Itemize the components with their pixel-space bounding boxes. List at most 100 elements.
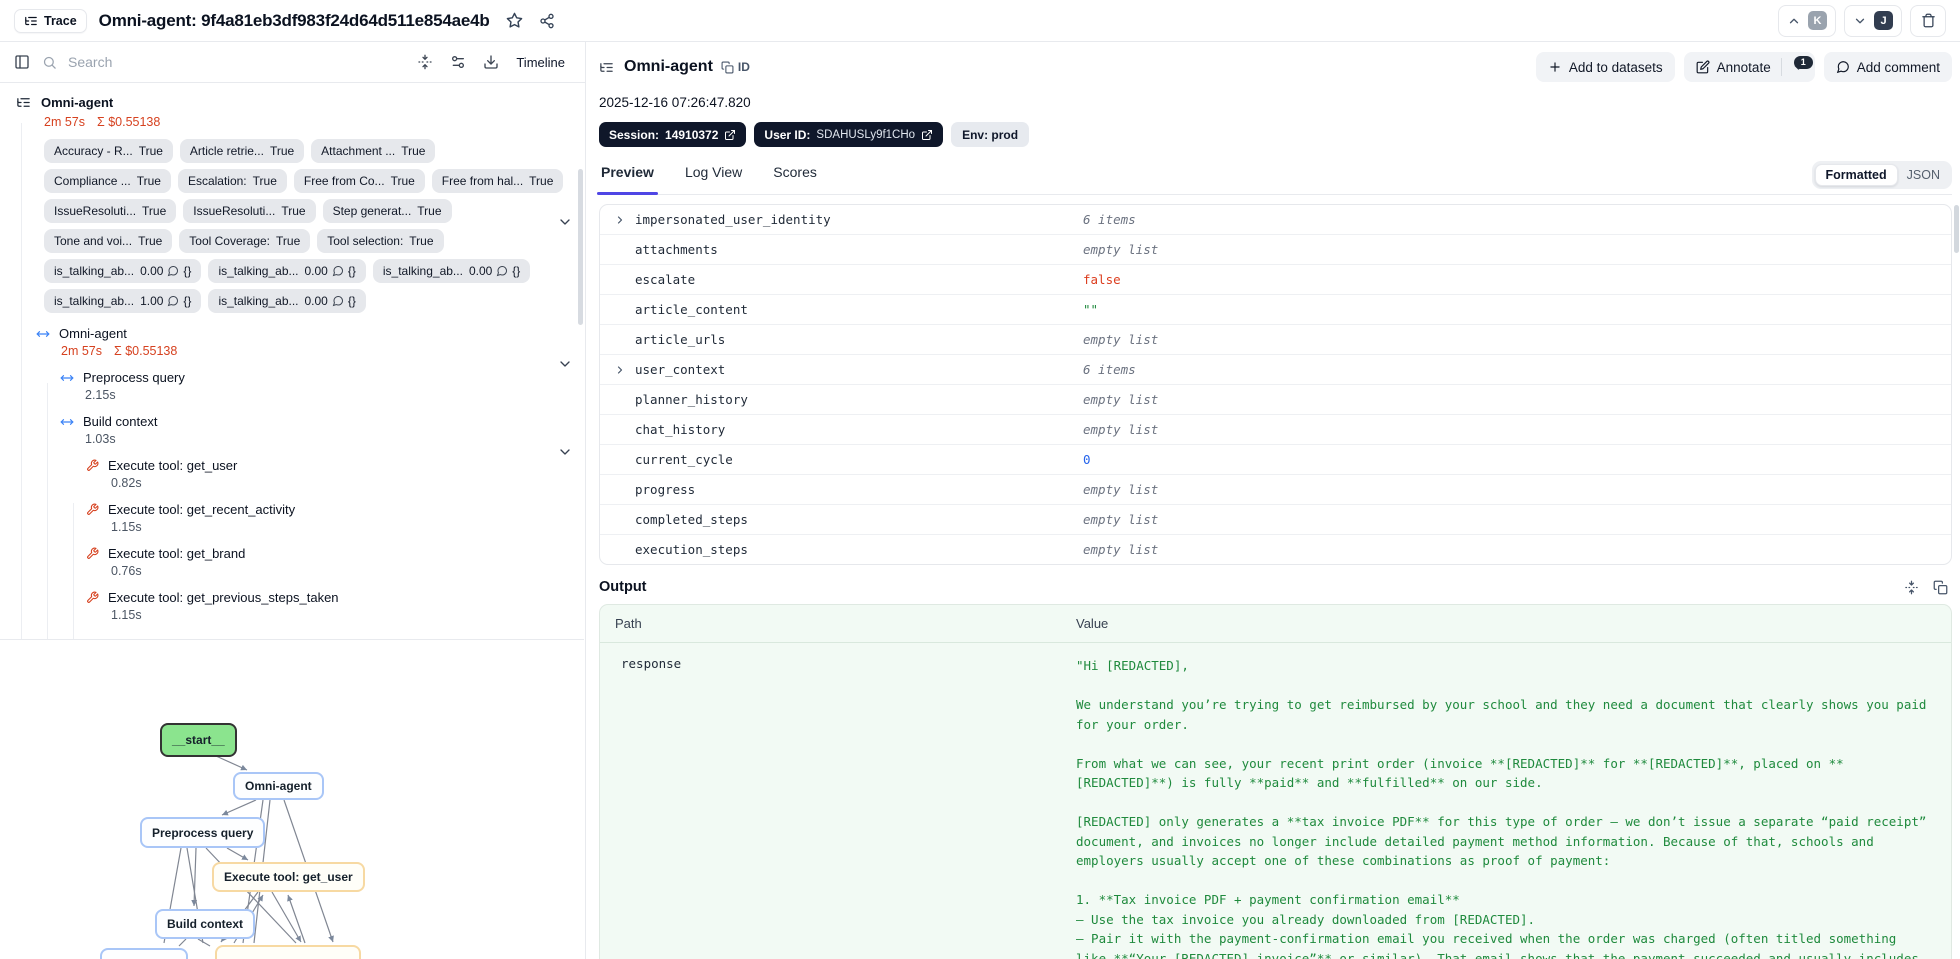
score-chip[interactable]: Free from hal... True xyxy=(431,169,564,193)
session-badge[interactable]: Session: 14910372 xyxy=(599,122,747,147)
annotate-button[interactable]: Annotate xyxy=(1684,60,1781,75)
column-header-path: Path xyxy=(615,616,642,631)
tree-item-execute-get-recent-activity[interactable]: Execute tool: get_recent_activity 1.15s xyxy=(86,502,585,534)
row-value: empty list xyxy=(1083,422,1159,437)
graph-node-omni-agent[interactable]: Omni-agent xyxy=(233,772,324,800)
annotation-count-badge: 1 xyxy=(1793,55,1813,69)
tree-root-metrics: 2m 57s Σ $0.55138 xyxy=(44,115,585,129)
user-id-badge[interactable]: User ID: SDAHUSLy9f1CHo xyxy=(754,122,944,147)
span-arrows-icon xyxy=(60,371,74,385)
score-chip[interactable]: is_talking_ab... 0.00{} xyxy=(208,289,366,313)
search-input[interactable] xyxy=(66,53,406,71)
collapse-chevron-icon[interactable] xyxy=(557,356,573,372)
table-row: escalate false xyxy=(600,264,1951,294)
annotate-split-button: Annotate 1 xyxy=(1683,52,1815,82)
next-trace-button[interactable]: J xyxy=(1844,4,1902,37)
tree-item-execute-get-previous-steps[interactable]: Execute tool: get_previous_steps_taken 1… xyxy=(86,590,585,622)
expand-chevron-icon[interactable] xyxy=(614,364,635,376)
settings-sliders-icon[interactable] xyxy=(450,54,466,70)
table-row: attachments empty list xyxy=(600,234,1951,264)
format-toggle-json[interactable]: JSON xyxy=(1898,165,1949,185)
table-row[interactable]: impersonated_user_identity 6 items xyxy=(600,205,1951,234)
trash-icon xyxy=(1921,13,1936,28)
score-chip[interactable]: Tool Coverage: True xyxy=(179,229,311,253)
star-icon[interactable] xyxy=(506,12,523,29)
list-tree-icon xyxy=(16,95,31,110)
tree-item-execute-get-user[interactable]: Execute tool: get_user 0.82s xyxy=(86,458,585,490)
score-chip[interactable]: is_talking_ab... 0.00{} xyxy=(208,259,366,283)
trace-timestamp: 2025-12-16 07:26:47.820 xyxy=(599,95,751,110)
score-chip[interactable]: Tone and voi... True xyxy=(44,229,173,253)
score-chip[interactable]: Accuracy - R... True xyxy=(44,139,173,163)
fold-output-icon[interactable] xyxy=(1904,580,1919,595)
tab-scores[interactable]: Scores xyxy=(771,162,819,194)
graph-node-preprocess-query[interactable]: Preprocess query xyxy=(140,817,266,848)
column-header-value: Value xyxy=(1076,616,1109,631)
copy-id-button[interactable]: ID xyxy=(721,60,750,74)
annotate-dropdown-button[interactable]: 1 xyxy=(1782,55,1815,74)
score-chip[interactable]: Tool selection: True xyxy=(317,229,444,253)
output-table: Path Value response "Hi [REDACTED], We u… xyxy=(599,604,1952,959)
span-arrows-icon xyxy=(60,415,74,429)
wrench-icon xyxy=(86,503,99,516)
tree-item-build-context[interactable]: Build context 1.03s xyxy=(60,414,585,446)
score-chip[interactable]: Article retrie... True xyxy=(179,139,305,163)
score-chip[interactable]: is_talking_ab... 1.00{} xyxy=(44,289,202,313)
duration-value: 2m 57s xyxy=(61,344,102,358)
tab-preview[interactable]: Preview xyxy=(597,162,658,195)
format-toggle-formatted[interactable]: Formatted xyxy=(1814,164,1898,186)
collapse-chevron-icon[interactable] xyxy=(557,214,573,230)
input-key-value-table: impersonated_user_identity 6 items attac… xyxy=(599,204,1952,565)
timeline-toggle[interactable]: Timeline xyxy=(516,55,565,70)
tree-item-preprocess-query[interactable]: Preprocess query 2.15s xyxy=(60,370,585,402)
graph-node-start[interactable]: __start__ xyxy=(160,723,237,757)
tree-root-omni-agent[interactable]: Omni-agent xyxy=(16,95,585,110)
tree-item-label: Execute tool: get_recent_activity xyxy=(108,502,296,517)
graph-node-execute-get-user[interactable]: Execute tool: get_user xyxy=(212,862,365,892)
score-chip[interactable]: is_talking_ab... 0.00{} xyxy=(44,259,202,283)
graph-node-build-context[interactable]: Build context xyxy=(155,909,256,939)
previous-trace-button[interactable]: K xyxy=(1778,4,1836,37)
list-tree-icon xyxy=(599,60,614,75)
comment-bubble-icon xyxy=(332,265,344,277)
output-path: response xyxy=(621,656,682,671)
score-chip[interactable]: IssueResoluti... True xyxy=(183,199,316,223)
table-row: chat_history empty list xyxy=(600,414,1951,444)
add-comment-button[interactable]: Add comment xyxy=(1823,52,1952,82)
tree-item-execute-get-brand[interactable]: Execute tool: get_brand 0.76s xyxy=(86,546,585,578)
format-toggle: Formatted JSON xyxy=(1811,161,1952,189)
score-chip[interactable]: Attachment ... True xyxy=(311,139,436,163)
add-to-datasets-button[interactable]: Add to datasets xyxy=(1535,52,1675,82)
panel-collapse-icon[interactable] xyxy=(14,54,30,70)
trace-title: Omni-agent: 9f4a81eb3df983f24d64d511e854… xyxy=(98,10,490,30)
row-value: 6 items xyxy=(1083,362,1136,377)
score-chip[interactable]: Free from Co... True xyxy=(293,169,425,193)
main-scrollbar[interactable] xyxy=(1954,205,1959,253)
table-row[interactable]: user_context 6 items xyxy=(600,354,1951,384)
search-icon xyxy=(42,55,57,70)
share-icon[interactable] xyxy=(539,13,555,29)
copy-output-icon[interactable] xyxy=(1933,580,1948,595)
search-box[interactable] xyxy=(42,53,406,71)
wrench-icon xyxy=(86,547,99,560)
sidebar-scrollbar[interactable] xyxy=(578,169,583,325)
trace-tree-sidebar: Timeline Omni-agent 2m 57s Σ $0.55138 Ac… xyxy=(0,42,586,959)
trace-badge: Trace xyxy=(14,8,87,33)
download-icon[interactable] xyxy=(483,54,499,70)
expand-chevron-icon[interactable] xyxy=(614,214,635,226)
graph-node-partial[interactable] xyxy=(100,948,188,959)
delete-trace-button[interactable] xyxy=(1910,4,1946,37)
tab-log-view[interactable]: Log View xyxy=(683,162,744,194)
score-chip[interactable]: Escalation: True xyxy=(177,169,287,193)
collapse-chevron-icon[interactable] xyxy=(557,444,573,460)
score-chip[interactable]: Step generat... True xyxy=(322,199,452,223)
comment-bubble-icon xyxy=(167,265,179,277)
graph-node-partial[interactable] xyxy=(215,945,361,959)
score-chip[interactable]: Compliance ... True xyxy=(44,169,171,193)
fold-all-icon[interactable] xyxy=(417,54,433,70)
tree-item-omni-agent[interactable]: Omni-agent 2m 57s Σ $0.55138 xyxy=(36,326,585,358)
trace-viewer-app: Trace Omni-agent: 9f4a81eb3df983f24d64d5… xyxy=(0,0,1960,959)
list-tree-icon xyxy=(24,14,38,28)
score-chip[interactable]: is_talking_ab... 0.00{} xyxy=(372,259,531,283)
score-chip[interactable]: IssueResoluti... True xyxy=(44,199,177,223)
